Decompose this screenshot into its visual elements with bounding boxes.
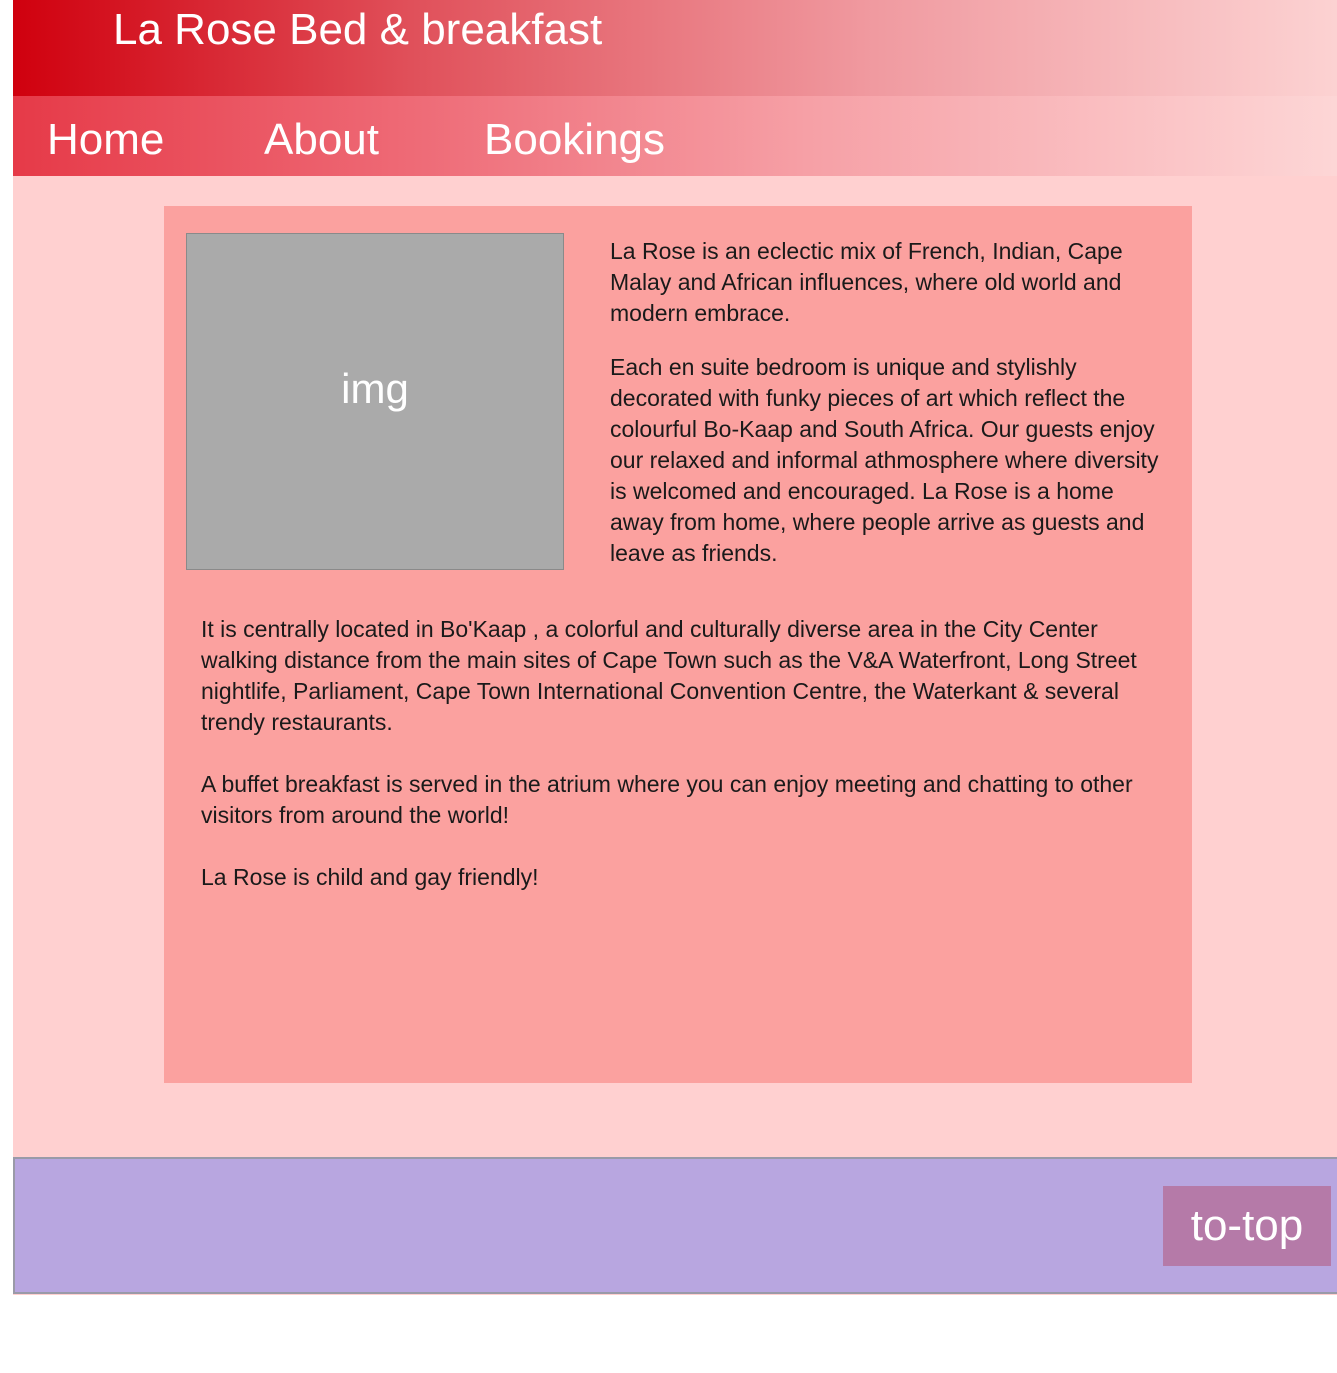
breakfast-paragraph: A buffet breakfast is served in the atri… [201, 771, 1133, 828]
to-top-button[interactable]: to-top [1163, 1186, 1331, 1266]
image-placeholder: img [186, 233, 564, 570]
nav-item-home[interactable]: Home [47, 114, 164, 166]
nav-item-bookings[interactable]: Bookings [484, 114, 665, 166]
intro-paragraph: La Rose is an eclectic mix of French, In… [610, 238, 1123, 326]
site-title: La Rose Bed & breakfast [113, 5, 603, 54]
image-placeholder-label: img [341, 365, 409, 412]
nav-item-about[interactable]: About [264, 114, 379, 166]
bedroom-paragraph: Each en suite bedroom is unique and styl… [610, 354, 1159, 566]
main-nav: Home About Bookings [13, 96, 1337, 176]
content-box: img La Rose is an eclectic mix of French… [164, 206, 1192, 1083]
location-paragraph: It is centrally located in Bo'Kaap , a c… [201, 616, 1137, 735]
page: La Rose Bed & breakfast Home About Booki… [13, 0, 1337, 1295]
side-text: La Rose is an eclectic mix of French, In… [610, 236, 1170, 592]
friendly-paragraph: La Rose is child and gay friendly! [201, 864, 539, 890]
site-footer: to-top [13, 1157, 1337, 1294]
site-header: La Rose Bed & breakfast [13, 0, 1337, 96]
bottom-text: It is centrally located in Bo'Kaap , a c… [201, 614, 1161, 924]
